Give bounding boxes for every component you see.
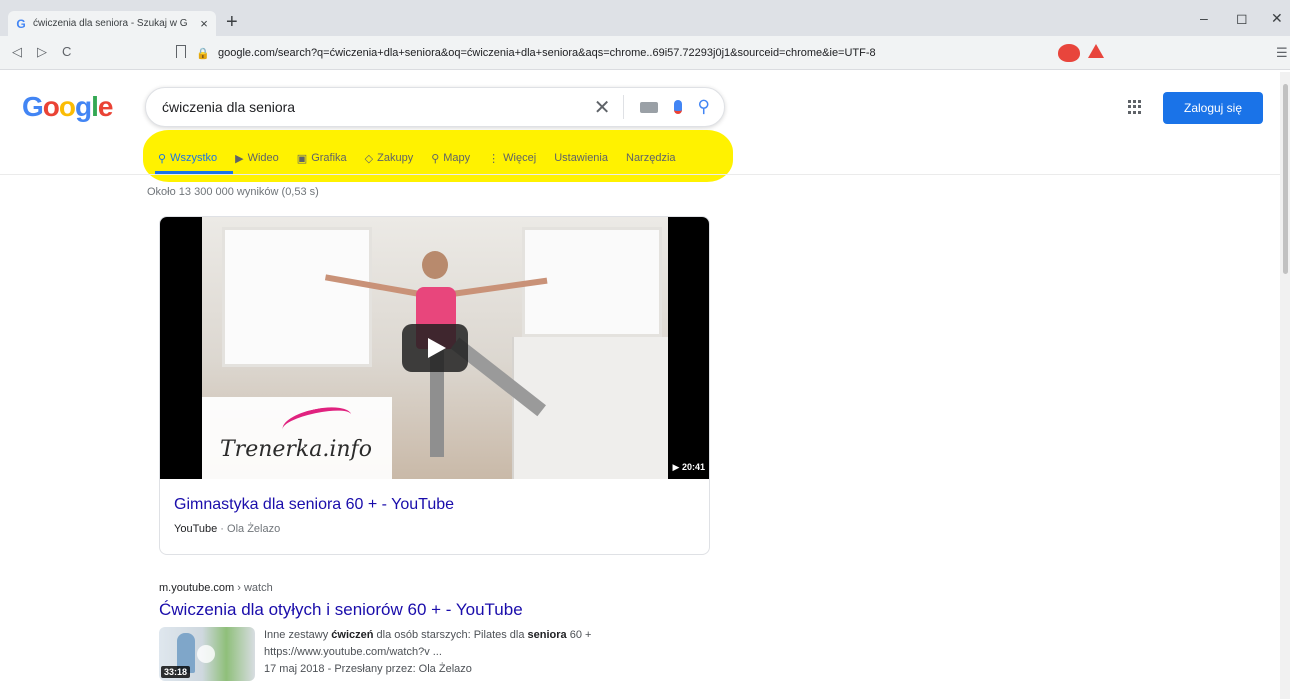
minimize-button[interactable]: – xyxy=(1200,10,1208,26)
logo-letter: G xyxy=(22,91,44,122)
tab-icon: ◇ xyxy=(364,152,374,165)
logo-letter: o xyxy=(42,91,60,122)
result-breadcrumb: › watch xyxy=(237,582,273,594)
tab-label: Grafika xyxy=(311,152,347,164)
tab-title: ćwiczenia dla seniora - Szukaj w G xyxy=(33,18,188,29)
person-head xyxy=(422,251,448,279)
search-input[interactable]: ćwiczenia dla seniora xyxy=(162,99,578,115)
tab-label: Wideo xyxy=(247,152,279,164)
tab-close-icon[interactable]: × xyxy=(198,16,210,31)
bookmark-icon[interactable] xyxy=(176,45,186,58)
video-title-link[interactable]: Gimnastyka dla seniora 60 + - YouTube xyxy=(174,496,454,514)
search-tabs: ⚲ Wszystko ▶ Wideo ▣ Grafika ◇ Zakupy ⚲ Mapy ⋮ Więc… xyxy=(158,148,694,168)
header-divider xyxy=(0,174,1290,175)
play-button-icon[interactable] xyxy=(402,324,468,372)
brand-swoosh xyxy=(280,402,354,442)
snippet-line-3: 17 maj 2018 - Przesłany przez: Ola Żelaz… xyxy=(264,663,472,675)
logo-letter: g xyxy=(75,91,92,122)
brave-shields-icon[interactable] xyxy=(1058,44,1080,62)
result-stats: Około 13 300 000 wyników (0,53 s) xyxy=(147,186,319,198)
video-thumbnail[interactable]: Trenerka.info ▶ 20:41 xyxy=(160,217,709,479)
search-box[interactable]: ćwiczenia dla seniora ✕ ⚲ xyxy=(145,87,725,127)
brand-logo: Trenerka.info xyxy=(202,397,392,479)
forward-icon[interactable]: ▷ xyxy=(37,44,47,60)
tab-label: Zakupy xyxy=(377,152,414,164)
video-result-card[interactable]: Trenerka.info ▶ 20:41 Gimnastyka dla sen… xyxy=(159,216,710,555)
clear-icon[interactable]: ✕ xyxy=(594,95,611,120)
tab-icon: ⋮ xyxy=(488,152,500,165)
microphone-icon[interactable] xyxy=(673,100,682,114)
result-video-duration: 33:18 xyxy=(161,666,191,678)
google-logo[interactable]: Google xyxy=(22,91,114,123)
result-title-link[interactable]: Ćwiczenia dla otyłych i seniorów 60 + - … xyxy=(159,600,523,620)
tab-icon: ▣ xyxy=(296,152,308,165)
address-bar[interactable]: 🔒 google.com/search?q=ćwiczenia+dla+seni… xyxy=(196,42,1036,64)
tab-wszystko[interactable]: ⚲ Wszystko xyxy=(158,152,217,165)
keyboard-icon[interactable] xyxy=(639,101,658,113)
tab-zakupy[interactable]: ◇ Zakupy xyxy=(365,152,414,165)
result-snippet: Inne zestawy ćwiczeń dla osób starszych:… xyxy=(264,627,591,678)
snippet-line-1: Inne zestawy ćwiczeń dla osób starszych:… xyxy=(264,629,592,641)
tab-grafika[interactable]: ▣ Grafika xyxy=(297,152,347,165)
result-domain: m.youtube.com xyxy=(159,582,235,594)
browser-tab[interactable]: G ćwiczenia dla seniora - Szukaj w G × xyxy=(8,11,216,36)
tab-label: Więcej xyxy=(503,152,537,164)
video-author: · Ola Żelazo xyxy=(220,523,281,535)
lock-icon: 🔒 xyxy=(196,47,210,60)
window-left xyxy=(222,227,372,367)
tab-label: Ustawienia xyxy=(554,152,608,164)
tab-mapy[interactable]: ⚲ Mapy xyxy=(431,152,470,165)
window-close-button[interactable]: ✕ xyxy=(1271,10,1283,27)
video-source: YouTube · Ola Żelazo xyxy=(174,523,280,535)
video-source-name: YouTube xyxy=(174,523,218,535)
google-favicon-icon: G xyxy=(16,16,26,31)
tab-icon: ▶ xyxy=(235,152,244,165)
tab-ustawienia[interactable]: Ustawienia xyxy=(554,152,608,164)
reload-icon[interactable]: C xyxy=(62,44,71,59)
scrollbar-thumb[interactable] xyxy=(1283,84,1288,274)
tab-więcej[interactable]: ⋮ Więcej xyxy=(488,152,536,165)
brand-text: Trenerka.info xyxy=(220,437,372,462)
back-icon[interactable]: ◁ xyxy=(12,44,22,60)
apps-grid-icon[interactable] xyxy=(1128,100,1142,114)
browser-tab-bar: G ćwiczenia dla seniora - Szukaj w G × +… xyxy=(0,0,1290,36)
tab-wideo[interactable]: ▶ Wideo xyxy=(235,152,279,165)
tab-label: Wszystko xyxy=(170,152,218,164)
tab-narzędzia[interactable]: Narzędzia xyxy=(626,152,676,164)
logo-letter: o xyxy=(58,91,76,122)
url-text: google.com/search?q=ćwiczenia+dla+senior… xyxy=(218,47,876,59)
result-video-thumbnail[interactable]: 33:18 xyxy=(159,627,255,681)
logo-letter: l xyxy=(91,91,99,122)
tab-label: Narzędzia xyxy=(626,152,676,164)
video-duration: ▶ 20:41 xyxy=(668,460,709,475)
new-tab-button[interactable]: + xyxy=(226,11,238,33)
logo-letter: e xyxy=(97,91,114,122)
tab-icon: ⚲ xyxy=(431,152,440,165)
search-divider xyxy=(622,95,624,119)
browser-menu-icon[interactable]: ☰ xyxy=(1276,45,1288,61)
brave-rewards-icon[interactable] xyxy=(1088,44,1104,58)
tab-label: Mapy xyxy=(443,152,471,164)
snippet-line-2: https://www.youtube.com/watch?v ... xyxy=(264,646,442,658)
restore-button[interactable]: ◻ xyxy=(1236,10,1248,27)
tab-icon: ⚲ xyxy=(158,152,167,165)
signin-button[interactable]: Zaloguj się xyxy=(1163,92,1263,124)
result-cite[interactable]: m.youtube.com › watch xyxy=(159,582,273,594)
browser-toolbar: ◁ ▷ C 🔒 google.com/search?q=ćwiczenia+dl… xyxy=(0,36,1290,70)
thumbnail-play-icon xyxy=(197,645,215,663)
search-icon[interactable]: ⚲ xyxy=(698,97,710,117)
